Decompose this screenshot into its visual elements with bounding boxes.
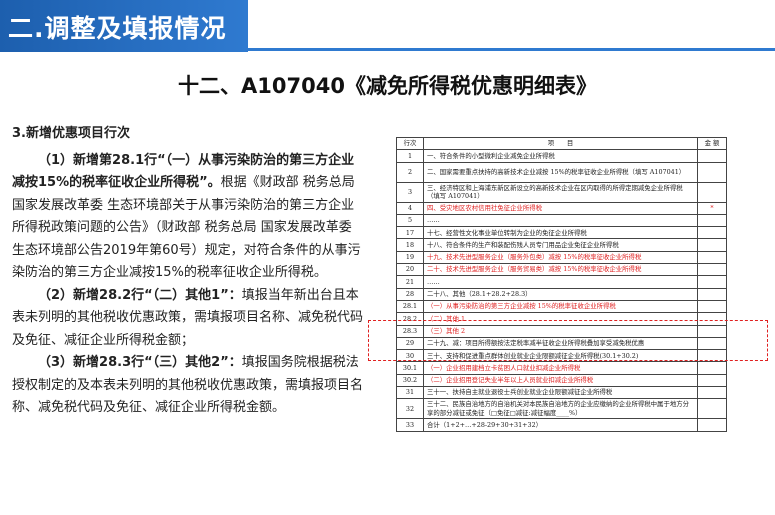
column-header-row-no: 行次 — [396, 136, 424, 151]
paragraph-2: （2）新增28.2行“（二）其他1”：填报当年新出台且本表未列明的其他税收优惠政… — [12, 285, 364, 353]
paragraph-3-bold: （3）新增28.3行“（三）其他2”： — [38, 355, 242, 370]
row-item: 十八、符合条件的生产和装配伤残人员专门用品企业免征企业所得税 — [423, 238, 698, 252]
row-amount — [697, 299, 727, 314]
header-bar: 二.调整及填报情况 — [0, 0, 248, 52]
table-row: 19 十九、技术先进型服务企业（服务外包类）减按 15%的税率征收企业所得税 — [396, 250, 727, 265]
table-row: 30.1 （一）企业招用建档立卡贫困人口就业扣减企业所得税 — [396, 361, 727, 375]
table-row: 18 十八、符合条件的生产和装配伤残人员专门用品企业免征企业所得税 — [396, 238, 727, 252]
row-number: 2 — [396, 161, 424, 183]
row-number: 18 — [396, 238, 424, 252]
row-number: 33 — [396, 418, 424, 432]
row-amount — [697, 213, 727, 228]
column-header-item: 项 目 — [423, 136, 698, 151]
row-item: 十七、经营性文化事业单位转制为企业的免征企业所得税 — [423, 226, 698, 240]
explanation-text: 3.新增优惠项目行次 （1）新增第28.1行“（一）从事污染防治的第三方企业减按… — [12, 123, 364, 420]
row-amount — [697, 226, 727, 240]
row-number: 21 — [396, 275, 424, 289]
row-amount — [697, 418, 727, 432]
table-row: 4 四、受灾地区农村信用社免征企业所得税 * — [396, 201, 727, 215]
row-number: 5 — [396, 213, 424, 228]
subheading: 3.新增优惠项目行次 — [12, 126, 130, 141]
row-number: 20 — [396, 263, 424, 277]
row-amount — [697, 238, 727, 252]
tax-relief-table: 行次 项 目 金 额 1 一、符合条件的小型微利企业减免企业所得税 2 二、国家需要重… — [396, 136, 727, 432]
table-row: 30.2 （二）企业招用登记失业半年以上人员就业扣减企业所得税 — [396, 373, 727, 388]
row-number: 1 — [396, 149, 424, 163]
header-divider — [248, 48, 775, 51]
row-number: 28 — [396, 287, 424, 301]
row-item: 四、受灾地区农村信用社免征企业所得税 — [423, 201, 698, 215]
row-item: 三、经济特区和上海浦东新区新设立的高新技术企业在区内取得的所得定期减免企业所得税… — [423, 181, 698, 203]
row-item: 二十、技术先进型服务企业（服务贸易类）减按 15%的税率征收企业所得税 — [423, 263, 698, 277]
row-item: 二、国家需要重点扶持的高新技术企业减按 15%的税率征收企业所得税（填写 A10… — [423, 161, 698, 183]
table-row: 2 二、国家需要重点扶持的高新技术企业减按 15%的税率征收企业所得税（填写 A1… — [396, 161, 727, 183]
row-item: …… — [423, 275, 698, 289]
row-number: 31 — [396, 386, 424, 400]
row-item: （一）企业招用建档立卡贫困人口就业扣减企业所得税 — [423, 361, 698, 375]
table-row: 21…… — [396, 275, 727, 289]
paragraph-3: （3）新增28.3行“（三）其他2”：填报国务院根据税法授权制定的及本表未列明的… — [12, 352, 364, 420]
row-amount — [697, 275, 727, 289]
table-row: 3 三、经济特区和上海浦东新区新设立的高新技术企业在区内取得的所得定期减免企业所得… — [396, 181, 727, 203]
row-number: 30.1 — [396, 361, 424, 375]
table-row: 33 合计（1+2+…+28-29+30+31+32） — [396, 418, 727, 432]
row-amount — [697, 398, 727, 420]
row-number: 30.2 — [396, 373, 424, 388]
row-number: 3 — [396, 181, 424, 203]
paragraph-1-text: 根据《财政部 税务总局 国家发展改革委 生态环境部关于从事污染防治的第三方企业所… — [12, 175, 361, 280]
table-row: 5…… — [396, 213, 727, 228]
row-amount — [697, 161, 727, 183]
row-amount — [697, 263, 727, 277]
table-row: 1 一、符合条件的小型微利企业减免企业所得税 — [396, 149, 727, 163]
paragraph-2-bold: （2）新增28.2行“（二）其他1”： — [38, 287, 242, 303]
row-number: 28.1 — [396, 299, 424, 314]
row-item: 二十八、其他（28.1+28.2+28.3） — [423, 287, 698, 301]
row-item: 合计（1+2+…+28-29+30+31+32） — [423, 418, 698, 432]
table-row: 17 十七、经营性文化事业单位转制为企业的免征企业所得税 — [396, 226, 727, 240]
row-amount: * — [697, 201, 727, 215]
table-row: 32 三十二、民族自治地方的自治机关对本民族自治地方的企业应缴纳的企业所得税中属于… — [396, 398, 727, 420]
row-item: 十九、技术先进型服务企业（服务外包类）减按 15%的税率征收企业所得税 — [423, 250, 698, 265]
row-item: （二）企业招用登记失业半年以上人员就业扣减企业所得税 — [423, 373, 698, 388]
page-title: 十二、A107040《减免所得税优惠明细表》 — [178, 74, 597, 98]
row-number: 19 — [396, 250, 424, 265]
row-item: 一、符合条件的小型微利企业减免企业所得税 — [423, 149, 698, 163]
row-amount — [697, 386, 727, 400]
section-title: 二.调整及填报情况 — [8, 14, 227, 43]
highlight-box — [368, 320, 768, 361]
row-amount — [697, 250, 727, 265]
row-item: …… — [423, 213, 698, 228]
row-amount — [697, 373, 727, 388]
row-number: 17 — [396, 226, 424, 240]
table-row: 28.1 （一）从事污染防治的第三方企业减按 15%的税率征收企业所得税 — [396, 299, 727, 314]
row-amount — [697, 361, 727, 375]
row-number: 32 — [396, 398, 424, 420]
paragraph-1: （1）新增第28.1行“（一）从事污染防治的第三方企业减按15%的税率征收企业所… — [12, 150, 364, 285]
row-amount — [697, 149, 727, 163]
table-row: 31 三十一、扶持自主就业退役士兵创业就业企业限额减征企业所得税 — [396, 386, 727, 400]
row-number: 4 — [396, 201, 424, 215]
row-amount — [697, 287, 727, 301]
table-header-row: 行次 项 目 金 额 — [396, 136, 727, 151]
row-item: （一）从事污染防治的第三方企业减按 15%的税率征收企业所得税 — [423, 299, 698, 314]
row-item: 三十二、民族自治地方的自治机关对本民族自治地方的企业应缴纳的企业所得税中属于地方… — [423, 398, 698, 420]
row-amount — [697, 181, 727, 203]
column-header-amount: 金 额 — [697, 136, 727, 151]
table-row: 28 二十八、其他（28.1+28.2+28.3） — [396, 287, 727, 301]
row-item: 三十一、扶持自主就业退役士兵创业就业企业限额减征企业所得税 — [423, 386, 698, 400]
table-row: 20 二十、技术先进型服务企业（服务贸易类）减按 15%的税率征收企业所得税 — [396, 263, 727, 277]
